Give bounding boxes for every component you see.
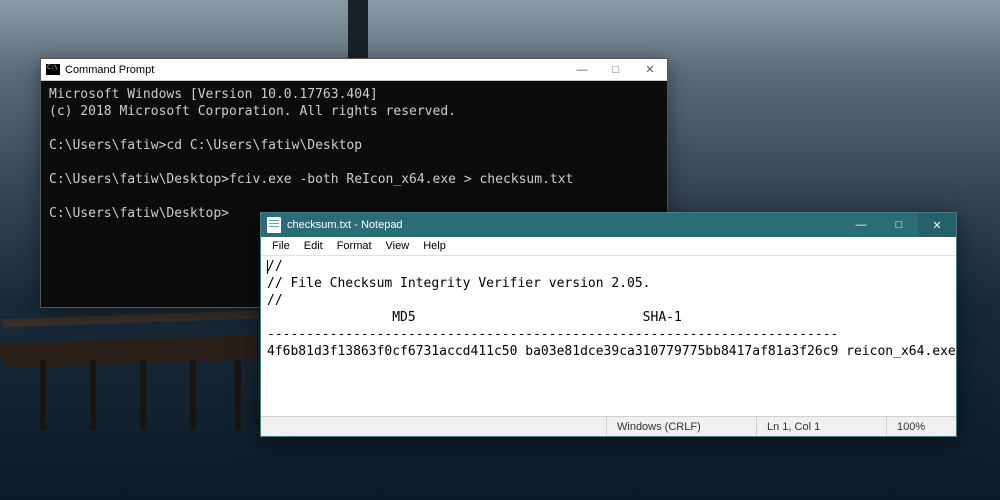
notepad-menubar: File Edit Format View Help	[261, 237, 956, 256]
background-post	[40, 360, 46, 430]
close-button[interactable]: ✕	[633, 59, 667, 81]
status-position: Ln 1, Col 1	[756, 417, 886, 436]
notepad-statusbar: Windows (CRLF) Ln 1, Col 1 100%	[261, 416, 956, 436]
np-line: 4f6b81d3f13863f0cf6731accd411c50 ba03e81…	[267, 344, 956, 359]
cmd-titlebar[interactable]: Command Prompt — □ ✕	[41, 59, 667, 81]
cmd-line: Microsoft Windows [Version 10.0.17763.40…	[49, 87, 378, 102]
menu-file[interactable]: File	[265, 240, 297, 252]
notepad-text-area[interactable]: // // File Checksum Integrity Verifier v…	[261, 256, 956, 416]
notepad-window: checksum.txt - Notepad — □ ✕ File Edit F…	[260, 212, 957, 437]
np-line: //	[267, 259, 283, 274]
cmd-line: (c) 2018 Microsoft Corporation. All righ…	[49, 104, 456, 119]
close-button[interactable]: ✕	[918, 213, 956, 237]
menu-format[interactable]: Format	[330, 240, 379, 252]
minimize-button[interactable]: —	[842, 213, 880, 237]
maximize-button[interactable]: □	[599, 59, 633, 81]
minimize-button[interactable]: —	[565, 59, 599, 81]
maximize-button[interactable]: □	[880, 213, 918, 237]
background-post	[235, 360, 241, 430]
cmd-line: C:\Users\fatiw>cd C:\Users\fatiw\Desktop	[49, 138, 362, 153]
cmd-icon	[46, 64, 60, 75]
cmd-title: Command Prompt	[65, 64, 565, 76]
notepad-titlebar[interactable]: checksum.txt - Notepad — □ ✕	[261, 213, 956, 237]
notepad-title: checksum.txt - Notepad	[287, 219, 842, 231]
np-line: //	[267, 293, 283, 308]
background-pier-rail	[0, 310, 260, 327]
background-post	[140, 360, 146, 430]
np-line: ----------------------------------------…	[267, 327, 838, 342]
status-zoom: 100%	[886, 417, 956, 436]
background-post	[90, 360, 96, 430]
cmd-line: C:\Users\fatiw\Desktop>	[49, 206, 229, 221]
np-line: MD5 SHA-1	[267, 310, 682, 325]
status-encoding: Windows (CRLF)	[606, 417, 756, 436]
cmd-line: C:\Users\fatiw\Desktop>fciv.exe -both Re…	[49, 172, 573, 187]
background-post	[190, 360, 196, 430]
menu-help[interactable]: Help	[416, 240, 453, 252]
np-line: // File Checksum Integrity Verifier vers…	[267, 276, 651, 291]
cmd-body[interactable]: Microsoft Windows [Version 10.0.17763.40…	[41, 81, 667, 227]
menu-edit[interactable]: Edit	[297, 240, 330, 252]
menu-view[interactable]: View	[379, 240, 417, 252]
notepad-icon	[267, 217, 281, 233]
